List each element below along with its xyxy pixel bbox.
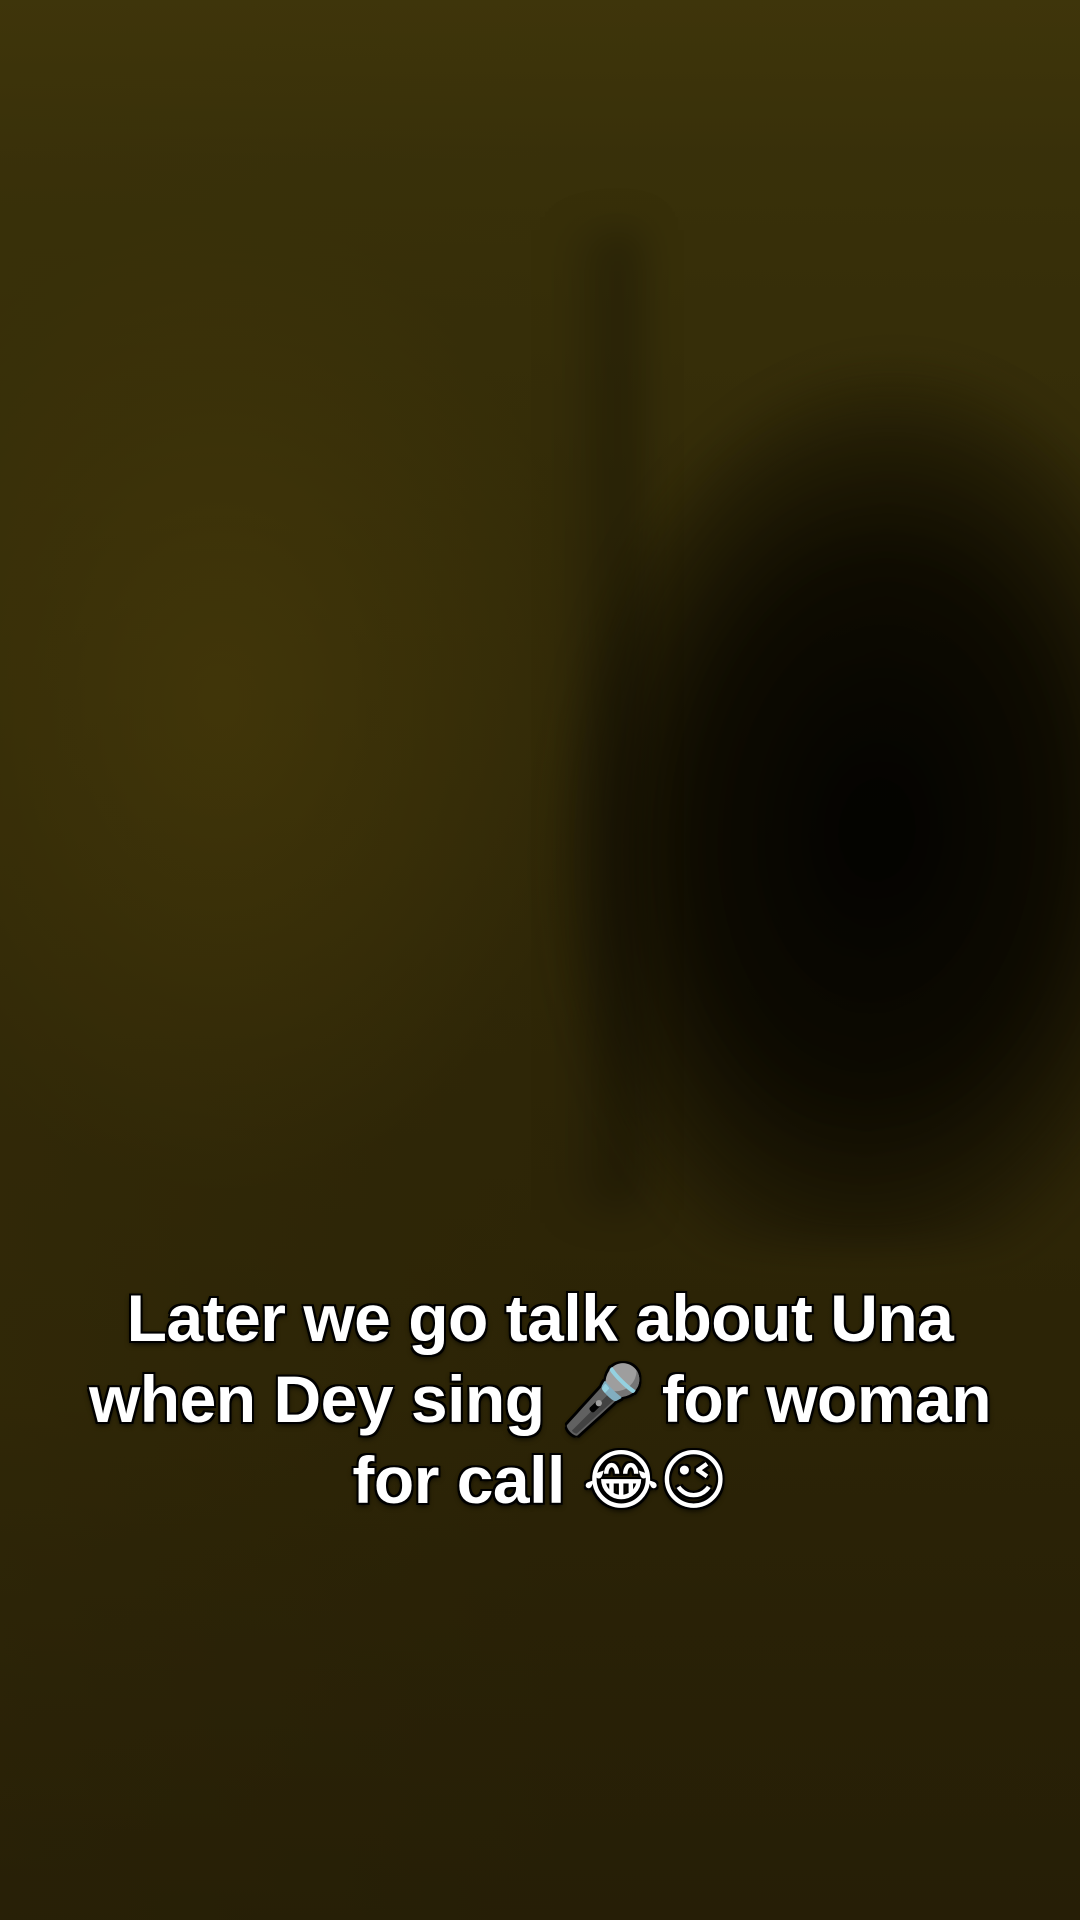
video-frame: Later we go talk about Una when Dey sing… bbox=[0, 0, 1080, 1920]
top-shade bbox=[0, 0, 1080, 160]
blurred-object-edge bbox=[560, 230, 640, 1210]
video-caption: Later we go talk about Una when Dey sing… bbox=[60, 1278, 1020, 1521]
caption-line-1: Later we go talk about Una bbox=[126, 1281, 954, 1355]
caption-line-2: when Dey sing 🎤 for woman bbox=[88, 1362, 992, 1436]
caption-line-3: for call 😂😉 bbox=[352, 1443, 728, 1517]
